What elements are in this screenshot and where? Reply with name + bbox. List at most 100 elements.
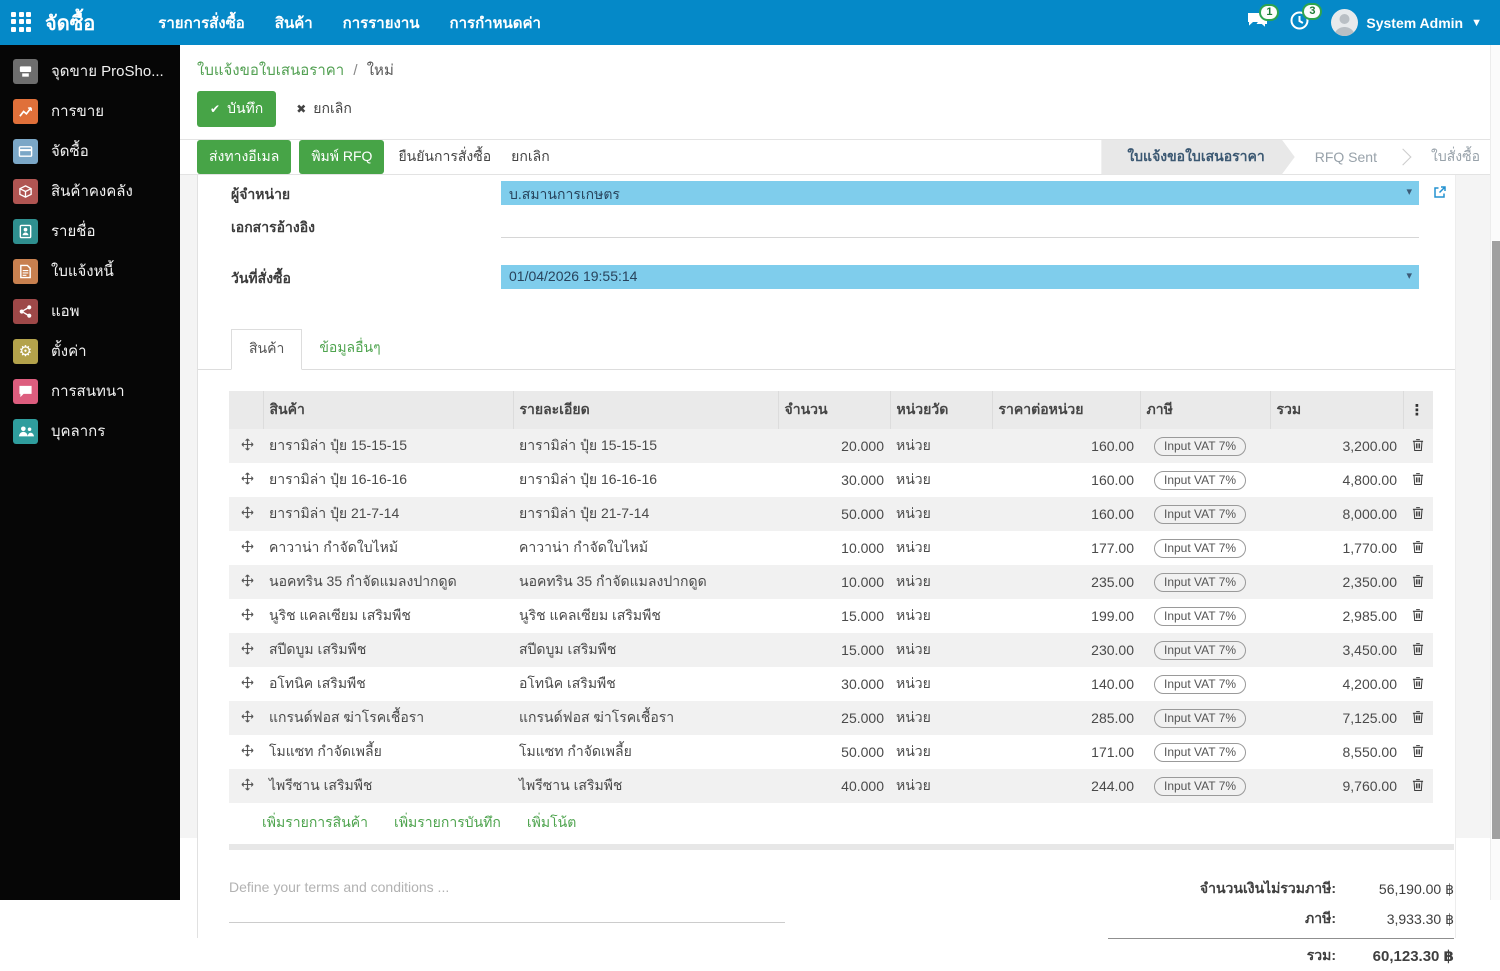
order-line-row[interactable]: ยารามิล่า ปุ๋ย 21-7-14ยารามิล่า ปุ๋ย 21-… bbox=[229, 497, 1433, 531]
product-cell[interactable]: ยารามิล่า ปุ๋ย 21-7-14 bbox=[263, 497, 513, 531]
delete-line-icon[interactable] bbox=[1412, 472, 1424, 489]
navbar-menu-item-1[interactable]: สินค้า bbox=[260, 0, 328, 45]
column-header-2[interactable]: จำนวน bbox=[778, 391, 890, 429]
external-link-icon[interactable] bbox=[1433, 185, 1447, 204]
quantity-cell[interactable]: 50.000 bbox=[778, 497, 890, 531]
terms-placeholder[interactable]: Define your terms and conditions ... bbox=[229, 872, 785, 895]
status-step-1[interactable]: RFQ Sent bbox=[1295, 140, 1397, 175]
order-line-row[interactable]: ยารามิล่า ปุ๋ย 15-15-15ยารามิล่า ปุ๋ย 15… bbox=[229, 429, 1433, 463]
delete-line-icon[interactable] bbox=[1412, 540, 1424, 557]
description-cell[interactable]: ยารามิล่า ปุ๋ย 15-15-15 bbox=[513, 429, 778, 463]
quantity-cell[interactable]: 10.000 bbox=[778, 531, 890, 565]
sidebar-item-settings[interactable]: ⚙ตั้งค่า bbox=[0, 331, 180, 371]
reference-input[interactable] bbox=[501, 214, 1419, 238]
unit-price-cell[interactable]: 244.00 bbox=[992, 769, 1140, 803]
unit-price-cell[interactable]: 199.00 bbox=[992, 599, 1140, 633]
quantity-cell[interactable]: 15.000 bbox=[778, 599, 890, 633]
uom-cell[interactable]: หน่วย bbox=[890, 701, 992, 735]
add-line-link-1[interactable]: เพิ่มรายการบันทึก bbox=[394, 812, 501, 834]
unit-price-cell[interactable]: 160.00 bbox=[992, 497, 1140, 531]
order-line-row[interactable]: นูริช แคลเซียม เสริมพืชนูริช แคลเซียม เส… bbox=[229, 599, 1433, 633]
description-cell[interactable]: แกรนด์ฟอส ฆ่าโรคเชื้อรา bbox=[513, 701, 778, 735]
delete-line-icon[interactable] bbox=[1412, 710, 1424, 727]
tax-badge[interactable]: Input VAT 7% bbox=[1154, 539, 1246, 558]
drag-handle-icon[interactable] bbox=[235, 472, 254, 488]
quantity-cell[interactable]: 30.000 bbox=[778, 463, 890, 497]
sidebar-item-hr[interactable]: บุคลากร bbox=[0, 411, 180, 451]
description-cell[interactable]: ยารามิล่า ปุ๋ย 16-16-16 bbox=[513, 463, 778, 497]
description-cell[interactable]: นอคทริน 35 กำจัดแมลงปากดูด bbox=[513, 565, 778, 599]
vertical-scrollbar[interactable] bbox=[1490, 45, 1500, 900]
drag-handle-icon[interactable] bbox=[235, 778, 254, 794]
discard-button[interactable]: ✖ ยกเลิก bbox=[290, 91, 358, 127]
sidebar-item-pos[interactable]: จุดขาย ProSho... bbox=[0, 51, 180, 91]
drag-handle-icon[interactable] bbox=[235, 676, 254, 692]
drag-handle-icon[interactable] bbox=[235, 608, 254, 624]
sidebar-item-inventory[interactable]: สินค้าคงคลัง bbox=[0, 171, 180, 211]
column-header-4[interactable]: ราคาต่อหน่วย bbox=[992, 391, 1140, 429]
order-line-row[interactable]: คาวาน่า กำจัดใบไหม้คาวาน่า กำจัดใบไหม้10… bbox=[229, 531, 1433, 565]
statusbar-button-1[interactable]: พิมพ์ RFQ bbox=[299, 140, 384, 174]
product-cell[interactable]: ไพรีซาน เสริมพืช bbox=[263, 769, 513, 803]
sidebar-item-sales[interactable]: การขาย bbox=[0, 91, 180, 131]
product-cell[interactable]: โมแซท กำจัดเพลี้ย bbox=[263, 735, 513, 769]
tax-badge[interactable]: Input VAT 7% bbox=[1154, 777, 1246, 796]
tax-badge[interactable]: Input VAT 7% bbox=[1154, 607, 1246, 626]
sidebar-item-discuss[interactable]: การสนทนา bbox=[0, 371, 180, 411]
order-date-dropdown-icon[interactable]: ▾ bbox=[1406, 269, 1412, 282]
drag-handle-icon[interactable] bbox=[235, 710, 254, 726]
tax-badge[interactable]: Input VAT 7% bbox=[1154, 709, 1246, 728]
tax-badge[interactable]: Input VAT 7% bbox=[1154, 641, 1246, 660]
uom-cell[interactable]: หน่วย bbox=[890, 735, 992, 769]
product-cell[interactable]: แกรนด์ฟอส ฆ่าโรคเชื้อรา bbox=[263, 701, 513, 735]
sidebar-item-purchase[interactable]: จัดซื้อ bbox=[0, 131, 180, 171]
delete-line-icon[interactable] bbox=[1412, 608, 1424, 625]
status-step-2[interactable]: ใบสั่งซื้อ bbox=[1411, 140, 1500, 175]
sidebar-item-contacts[interactable]: รายชื่อ bbox=[0, 211, 180, 251]
scrollbar-thumb[interactable] bbox=[1492, 241, 1500, 839]
drag-handle-icon[interactable] bbox=[235, 540, 254, 556]
uom-cell[interactable]: หน่วย bbox=[890, 599, 992, 633]
uom-cell[interactable]: หน่วย bbox=[890, 633, 992, 667]
navbar-menu-item-2[interactable]: การรายงาน bbox=[328, 0, 435, 45]
tax-badge[interactable]: Input VAT 7% bbox=[1154, 505, 1246, 524]
status-step-0[interactable]: ใบแจ้งขอใบเสนอราคา bbox=[1101, 140, 1294, 175]
column-header-5[interactable]: ภาษี bbox=[1140, 391, 1270, 429]
tax-badge[interactable]: Input VAT 7% bbox=[1154, 471, 1246, 490]
unit-price-cell[interactable]: 160.00 bbox=[992, 463, 1140, 497]
product-cell[interactable]: นอคทริน 35 กำจัดแมลงปากดูด bbox=[263, 565, 513, 599]
vendor-dropdown-icon[interactable]: ▾ bbox=[1406, 185, 1412, 198]
order-line-row[interactable]: ยารามิล่า ปุ๋ย 16-16-16ยารามิล่า ปุ๋ย 16… bbox=[229, 463, 1433, 497]
column-header-0[interactable]: สินค้า bbox=[263, 391, 513, 429]
uom-cell[interactable]: หน่วย bbox=[890, 769, 992, 803]
statusbar-button-2[interactable]: ยืนยันการสั่งซื้อ bbox=[392, 139, 497, 175]
description-cell[interactable]: โมแซท กำจัดเพลี้ย bbox=[513, 735, 778, 769]
delete-line-icon[interactable] bbox=[1412, 642, 1424, 659]
tab-0[interactable]: สินค้า bbox=[231, 329, 302, 370]
order-line-row[interactable]: นอคทริน 35 กำจัดแมลงปากดูดนอคทริน 35 กำจ… bbox=[229, 565, 1433, 599]
order-line-row[interactable]: ไพรีซาน เสริมพืชไพรีซาน เสริมพืช40.000หน… bbox=[229, 769, 1433, 803]
description-cell[interactable]: นูริช แคลเซียม เสริมพืช bbox=[513, 599, 778, 633]
breadcrumb-parent-link[interactable]: ใบแจ้งขอใบเสนอราคา bbox=[197, 62, 344, 79]
add-line-link-2[interactable]: เพิ่มโน้ต bbox=[527, 812, 576, 834]
apps-grid-icon[interactable] bbox=[11, 12, 33, 34]
column-header-1[interactable]: รายละเอียด bbox=[513, 391, 778, 429]
unit-price-cell[interactable]: 177.00 bbox=[992, 531, 1140, 565]
unit-price-cell[interactable]: 171.00 bbox=[992, 735, 1140, 769]
tab-1[interactable]: ข้อมูลอื่นๆ bbox=[302, 329, 397, 369]
drag-handle-icon[interactable] bbox=[235, 506, 254, 522]
sidebar-item-invoicing[interactable]: ใบแจ้งหนี้ bbox=[0, 251, 180, 291]
navbar-menu-item-0[interactable]: รายการสั่งซื้อ bbox=[143, 0, 260, 45]
uom-cell[interactable]: หน่วย bbox=[890, 667, 992, 701]
column-header-3[interactable]: หน่วยวัด bbox=[890, 391, 992, 429]
delete-line-icon[interactable] bbox=[1412, 438, 1424, 455]
navbar-menu-item-3[interactable]: การกำหนดค่า bbox=[435, 0, 556, 45]
order-date-input[interactable]: 01/04/2026 19:55:14 bbox=[501, 265, 1419, 289]
tax-badge[interactable]: Input VAT 7% bbox=[1154, 743, 1246, 762]
tax-badge[interactable]: Input VAT 7% bbox=[1154, 675, 1246, 694]
quantity-cell[interactable]: 50.000 bbox=[778, 735, 890, 769]
column-header-6[interactable]: รวม bbox=[1270, 391, 1403, 429]
optional-columns-icon[interactable]: ⋮ bbox=[1410, 402, 1425, 419]
quantity-cell[interactable]: 15.000 bbox=[778, 633, 890, 667]
uom-cell[interactable]: หน่วย bbox=[890, 565, 992, 599]
